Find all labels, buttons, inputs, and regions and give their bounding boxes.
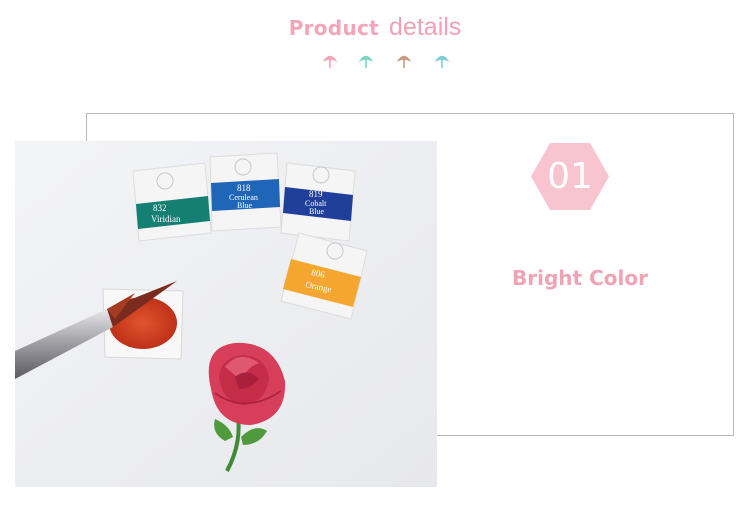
feature-number: 01 <box>547 156 593 197</box>
paint-pan: 818 Cerulean Blue <box>209 152 282 232</box>
product-photo: 832 Viridian 818 Cerulean Blue 819 Cobal… <box>15 141 437 487</box>
pan-color-name-line: Blue <box>309 207 325 216</box>
decorative-dots <box>322 55 450 68</box>
pan-color-name: Viridian <box>151 214 181 224</box>
pushpin-icon <box>358 55 374 68</box>
pushpin-icon <box>396 55 412 68</box>
paint-pan: 832 Viridian <box>132 162 212 242</box>
pan-number: 832 <box>153 203 167 213</box>
pan-number: 819 <box>309 189 323 199</box>
page-title: Product details <box>0 13 750 42</box>
pushpin-icon <box>434 55 450 68</box>
page-title-bold: Product <box>288 16 380 40</box>
pan-number: 818 <box>237 183 251 193</box>
feature-title: Bright Color <box>512 266 648 290</box>
pan-color-name-line: Blue <box>237 201 253 210</box>
pushpin-icon <box>322 55 338 68</box>
paint-pan: 819 Cobalt Blue <box>280 162 356 242</box>
page-title-light: details <box>389 13 462 41</box>
